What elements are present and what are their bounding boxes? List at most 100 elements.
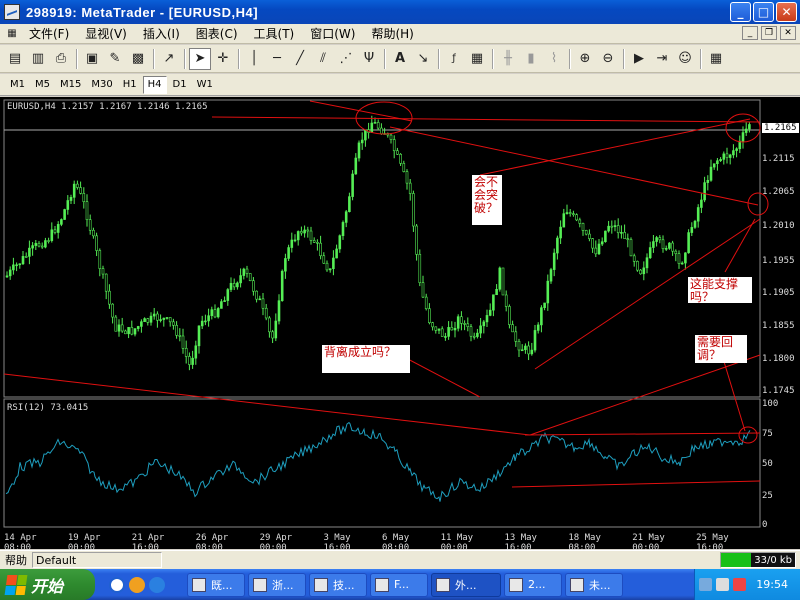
arrows-icon[interactable]: ↘ — [412, 48, 434, 70]
autoscroll-icon[interactable]: ▶ — [628, 48, 650, 70]
candle-body — [479, 325, 482, 334]
title-bar[interactable]: 298919: MetaTrader - [EURUSD,H4] _ □ ✕ — [0, 0, 800, 24]
new-chart-icon[interactable]: ▤ — [4, 48, 26, 70]
timeframe-m5[interactable]: M5 — [31, 76, 54, 94]
channel-icon[interactable]: ⫽ — [312, 48, 334, 70]
candle-body — [655, 237, 658, 242]
timeframe-h1[interactable]: H1 — [119, 76, 141, 94]
volume-icon[interactable] — [716, 578, 730, 591]
trendline-icon[interactable]: ╱ — [289, 48, 311, 70]
profiles-icon[interactable]: ▥ — [27, 48, 49, 70]
candle-body — [229, 283, 233, 290]
menu-view[interactable]: 显视(V) — [77, 25, 135, 42]
print-icon[interactable]: ⎙ — [50, 48, 72, 70]
metaeditor-icon[interactable]: ▦ — [705, 48, 727, 70]
candle-body — [31, 245, 34, 249]
candle-body — [168, 317, 172, 323]
expert-advisors-icon[interactable]: ☺ — [674, 48, 696, 70]
candle-body — [63, 209, 66, 220]
text-icon[interactable]: A — [389, 48, 411, 70]
candle-body — [460, 316, 463, 324]
menu-file[interactable]: 文件(F) — [21, 25, 77, 42]
candle-body — [690, 227, 694, 233]
mdi-minimize-button[interactable]: _ — [742, 26, 758, 40]
network-icon[interactable] — [699, 578, 713, 591]
candle-body — [440, 328, 444, 337]
timeframe-m15[interactable]: M15 — [56, 76, 85, 94]
task-button[interactable]: 未... — [565, 572, 623, 597]
periods-icon[interactable]: ▦ — [466, 48, 488, 70]
window-icon — [314, 577, 328, 592]
candle-body — [216, 308, 220, 318]
document-icon[interactable]: ▦ — [4, 26, 20, 42]
zoom-in-icon[interactable]: ⊕ — [574, 48, 596, 70]
candle-body — [18, 263, 22, 266]
timeframe-m1[interactable]: M1 — [6, 76, 29, 94]
price-tick: 1.2010 — [762, 221, 795, 231]
menu-insert[interactable]: 插入(I) — [135, 25, 188, 42]
candle-body — [482, 321, 486, 327]
gann-fan-icon[interactable]: ⋰ — [335, 48, 357, 70]
chart-shift-icon[interactable]: ⇥ — [651, 48, 673, 70]
candle-body — [300, 231, 303, 234]
candle-body — [200, 320, 204, 327]
task-button[interactable]: 既... — [187, 572, 245, 597]
candle-body — [34, 243, 38, 246]
candle-body — [191, 357, 194, 365]
status-profile[interactable]: Default — [32, 552, 162, 568]
quicklaunch-info-icon[interactable] — [109, 576, 125, 593]
task-button[interactable]: 2... — [504, 572, 562, 597]
bar-chart-icon[interactable]: ╫ — [497, 48, 519, 70]
quicklaunch-media-icon[interactable] — [129, 576, 145, 593]
start-button[interactable]: 开始 — [0, 569, 95, 600]
vertical-line-icon[interactable]: │ — [243, 48, 265, 70]
chart-window[interactable]: EURUSD,H4 1.2157 1.2167 1.2146 1.2165 RS… — [0, 97, 800, 553]
menu-bar: ▦ 文件(F) 显视(V) 插入(I) 图表(C) 工具(T) 窗口(W) 帮助… — [0, 24, 800, 44]
security-icon[interactable] — [733, 578, 747, 591]
candle-body — [613, 225, 617, 227]
line-chart-icon[interactable]: ⌇ — [543, 48, 565, 70]
expert-icon[interactable]: ↗ — [158, 48, 180, 70]
task-button[interactable]: 浙... — [248, 572, 306, 597]
candle-body — [597, 243, 601, 255]
candle-body — [696, 207, 700, 222]
minimize-button[interactable]: _ — [730, 2, 751, 22]
task-button[interactable]: 技... — [309, 572, 367, 597]
fibonacci-icon[interactable]: Ψ — [358, 48, 380, 70]
menu-help[interactable]: 帮助(H) — [363, 25, 421, 42]
price-chart[interactable] — [0, 97, 800, 549]
candle-body — [540, 307, 543, 326]
candle-body — [517, 341, 521, 351]
timeframe-d1[interactable]: D1 — [169, 76, 191, 94]
candle-body — [104, 273, 108, 292]
candle-body — [664, 248, 668, 250]
timeframe-m30[interactable]: M30 — [87, 76, 116, 94]
terminal-icon[interactable]: ▩ — [127, 48, 149, 70]
candle-body — [21, 256, 25, 265]
candle-body — [744, 128, 748, 133]
menu-tools[interactable]: 工具(T) — [246, 25, 303, 42]
horizontal-line-icon[interactable]: ─ — [266, 48, 288, 70]
market-watch-icon[interactable]: ▣ — [81, 48, 103, 70]
task-button[interactable]: 外... — [431, 572, 501, 597]
task-button[interactable]: F... — [370, 572, 428, 597]
close-button[interactable]: ✕ — [776, 2, 797, 22]
menu-window[interactable]: 窗口(W) — [302, 25, 363, 42]
maximize-button[interactable]: □ — [753, 2, 774, 22]
timeframe-w1[interactable]: W1 — [193, 76, 217, 94]
candle-body — [565, 212, 569, 214]
mdi-close-button[interactable]: ✕ — [780, 26, 796, 40]
menu-charts[interactable]: 图表(C) — [188, 25, 246, 42]
indicators-icon[interactable]: ƒ — [443, 48, 465, 70]
candle-body — [485, 315, 489, 323]
crosshair-icon[interactable]: ✛ — [212, 48, 234, 70]
candle-chart-icon[interactable]: ▮ — [520, 48, 542, 70]
quicklaunch-browser-icon[interactable] — [149, 576, 165, 593]
timeframe-h4[interactable]: H4 — [142, 75, 167, 94]
time-tick: 26 Apr 08:00 — [195, 533, 229, 553]
mdi-restore-button[interactable]: ❐ — [761, 26, 777, 40]
navigator-icon[interactable]: ✎ — [104, 48, 126, 70]
zoom-out-icon[interactable]: ⊖ — [597, 48, 619, 70]
time-tick: 13 May 16:00 — [504, 533, 537, 553]
cursor-icon[interactable]: ➤ — [189, 47, 211, 70]
